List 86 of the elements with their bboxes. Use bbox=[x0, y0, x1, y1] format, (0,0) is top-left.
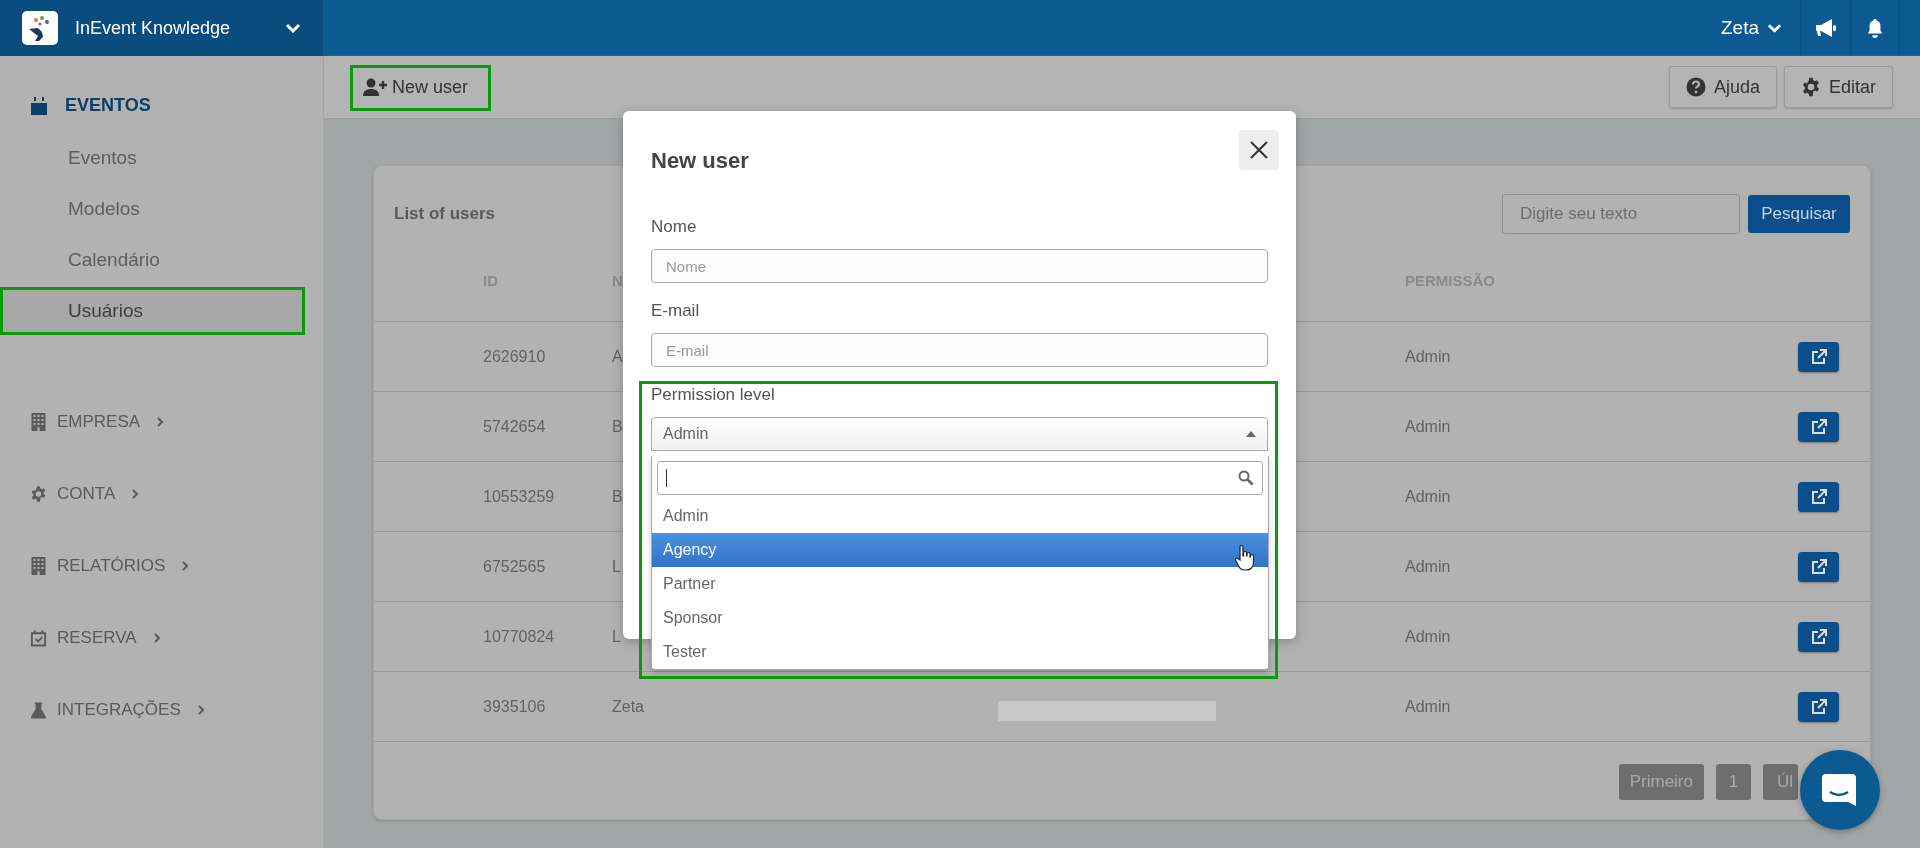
external-link-icon bbox=[1810, 488, 1827, 505]
edit-button[interactable] bbox=[1798, 411, 1839, 442]
calendar-icon bbox=[30, 96, 48, 115]
dropdown-search-field[interactable] bbox=[657, 461, 1263, 495]
permission-select[interactable]: Admin bbox=[651, 417, 1268, 451]
user-menu[interactable]: Zeta bbox=[1702, 0, 1800, 56]
edit-button[interactable] bbox=[1798, 341, 1839, 372]
gear-icon bbox=[30, 485, 47, 503]
dropdown-option[interactable]: Admin bbox=[652, 499, 1268, 533]
external-link-icon bbox=[1810, 698, 1827, 715]
sidebar-group[interactable]: RESERVA bbox=[0, 602, 260, 674]
table-cell-text: Admin bbox=[1405, 417, 1452, 436]
table-cell-text: Admin bbox=[1405, 347, 1452, 366]
dropdown-option[interactable]: Partner bbox=[652, 567, 1268, 601]
external-link-icon bbox=[1810, 628, 1827, 645]
building-icon bbox=[30, 413, 47, 431]
caret-up-icon bbox=[1246, 431, 1256, 437]
field-label: Permission level bbox=[651, 384, 776, 406]
table-cell-text: 3935106 bbox=[483, 697, 547, 716]
chat-launcher[interactable] bbox=[1800, 750, 1880, 830]
gear-icon bbox=[1800, 77, 1821, 97]
sidebar-group[interactable]: RELATÓRIOS bbox=[0, 530, 260, 602]
field-label: E-mail bbox=[651, 300, 701, 322]
input-field[interactable]: Nome bbox=[651, 249, 1268, 283]
flask-icon bbox=[30, 701, 47, 719]
sidebar-item[interactable]: Eventos bbox=[0, 136, 305, 180]
workspace-switcher[interactable]: InEvent Knowledge bbox=[0, 0, 323, 56]
sidebar-item[interactable]: Calendário bbox=[0, 238, 305, 282]
table-cell-text: 10553259 bbox=[483, 487, 556, 506]
external-link-icon bbox=[1810, 348, 1827, 365]
table-cell: L bbox=[612, 557, 621, 575]
user-plus-icon bbox=[363, 78, 387, 96]
external-link-icon bbox=[1810, 558, 1827, 575]
new-user-button[interactable]: New user bbox=[355, 68, 477, 106]
sidebar-item[interactable]: Usuários bbox=[0, 289, 305, 333]
chevron-down-icon bbox=[1767, 23, 1782, 33]
close-icon bbox=[1249, 140, 1269, 160]
workspace-name: InEvent Knowledge bbox=[75, 17, 232, 39]
edit-button[interactable] bbox=[1798, 621, 1839, 652]
chevron-right-icon bbox=[131, 488, 140, 500]
input-field[interactable]: E-mail bbox=[651, 333, 1268, 367]
megaphone-icon bbox=[1814, 18, 1837, 38]
external-link-icon bbox=[1810, 418, 1827, 435]
sidebar-group[interactable]: INTEGRAÇÕES bbox=[0, 674, 260, 746]
search-icon bbox=[1238, 470, 1254, 486]
hand-cursor-icon bbox=[1234, 545, 1254, 571]
dropdown-option[interactable]: Tester bbox=[652, 635, 1268, 669]
table-cell-text: 5742654 bbox=[483, 417, 547, 436]
toolbar-button[interactable]: Ajuda bbox=[1668, 66, 1777, 108]
table-cell: A bbox=[612, 347, 623, 365]
card-title: List of users bbox=[394, 204, 496, 224]
chevron-right-icon bbox=[196, 704, 205, 716]
table-cell: Zeta bbox=[612, 697, 644, 715]
sidebar-group[interactable]: CONTA bbox=[0, 458, 260, 530]
table-cell: B bbox=[612, 417, 623, 435]
field-label: Nome bbox=[651, 216, 698, 238]
search-button[interactable]: Pesquisar bbox=[1748, 195, 1850, 233]
table-cell-text: 10770824 bbox=[483, 627, 556, 646]
table-cell-text: 6752565 bbox=[483, 557, 547, 576]
edit-button[interactable] bbox=[1798, 551, 1839, 582]
logo-icon bbox=[22, 11, 58, 45]
calendar-check-icon bbox=[30, 629, 47, 647]
edit-button[interactable] bbox=[1798, 481, 1839, 512]
close-button[interactable] bbox=[1239, 130, 1279, 170]
search-field[interactable]: Digite seu texto bbox=[1502, 194, 1740, 234]
building-icon bbox=[30, 557, 47, 575]
sidebar-item[interactable]: Modelos bbox=[0, 187, 305, 231]
toolbar-button[interactable]: Editar bbox=[1783, 66, 1893, 108]
table-cell-text: Admin bbox=[1405, 557, 1452, 576]
section-title: EVENTOS bbox=[65, 95, 151, 116]
chevron-right-icon bbox=[152, 632, 161, 644]
table-cell-text: Admin bbox=[1405, 627, 1452, 646]
table-cell-text: 2626910 bbox=[483, 347, 547, 366]
table-cell: B bbox=[612, 487, 623, 505]
dropdown-option[interactable]: Agency bbox=[652, 533, 1268, 567]
dropdown-option[interactable]: Sponsor bbox=[652, 601, 1268, 635]
table-cell-text: Admin bbox=[1405, 697, 1452, 716]
chevron-right-icon bbox=[156, 416, 165, 428]
edit-button[interactable] bbox=[1798, 691, 1839, 722]
table-cell: L bbox=[612, 627, 621, 645]
help-icon bbox=[1685, 77, 1706, 97]
sidebar-group[interactable]: EMPRESA bbox=[0, 386, 260, 458]
table-cell-text: Admin bbox=[1405, 487, 1452, 506]
chevron-right-icon bbox=[181, 560, 190, 572]
chevron-down-icon bbox=[285, 23, 301, 33]
dialog-title: New user bbox=[651, 148, 749, 174]
